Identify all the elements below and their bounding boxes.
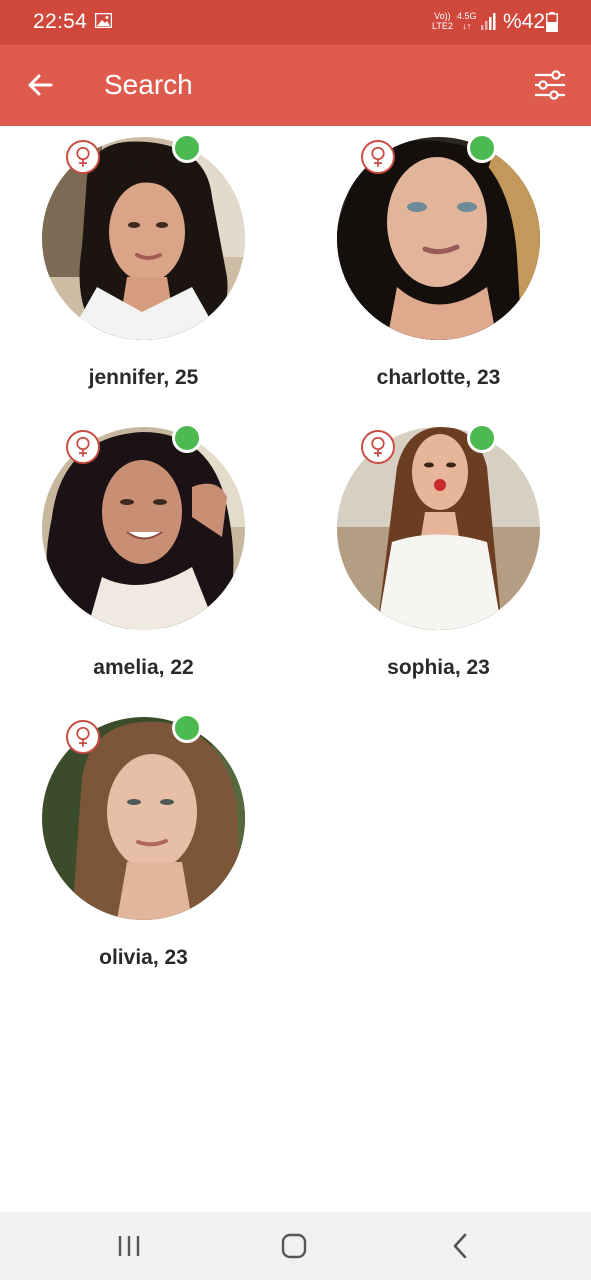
online-status-dot [467, 133, 497, 163]
data-type-label: 4.5G [457, 11, 477, 21]
profile-name: olivia, 23 [99, 946, 188, 969]
system-nav-bar [0, 1212, 591, 1280]
chevron-left-icon[interactable] [450, 1232, 470, 1260]
data-indicator: 4.5G ↓↑ [457, 11, 477, 31]
recents-icon[interactable] [116, 1234, 142, 1258]
app-bar: Search [0, 45, 591, 126]
lte-label: LTE2 [432, 21, 453, 31]
status-time: 22:54 [33, 10, 88, 33]
profile-name: sophia, 23 [387, 656, 490, 679]
page-title: Search [104, 69, 193, 100]
signal-icon [481, 13, 496, 30]
battery-percent: %42 [503, 10, 546, 33]
data-activity-label: ↓↑ [462, 21, 472, 31]
female-symbol-icon [66, 720, 100, 754]
battery-icon [546, 12, 558, 32]
network-indicator: Vo)) LTE2 [432, 11, 453, 31]
profile-name: jennifer, 25 [88, 366, 199, 389]
online-status-dot [467, 423, 497, 453]
profile-name: amelia, 22 [93, 656, 194, 679]
profile-card-olivia[interactable]: olivia, 23 [22, 706, 282, 976]
gallery-icon [95, 13, 112, 28]
online-status-dot [172, 133, 202, 163]
profile-name: charlotte, 23 [376, 366, 501, 389]
profile-card-amelia[interactable]: amelia, 22 [22, 416, 282, 686]
female-symbol-icon [66, 140, 100, 174]
status-bar: 22:54 Vo)) LTE2 4.5G ↓↑ %42 [0, 0, 591, 45]
volte-label: Vo)) [434, 11, 451, 21]
profile-card-charlotte[interactable]: charlotte, 23 [317, 126, 577, 396]
online-status-dot [172, 423, 202, 453]
female-symbol-icon [66, 430, 100, 464]
sliders-icon[interactable] [530, 67, 570, 103]
female-symbol-icon [361, 140, 395, 174]
profile-card-jennifer[interactable]: jennifer, 25 [22, 126, 282, 396]
profile-card-sophia[interactable]: sophia, 23 [317, 416, 577, 686]
female-symbol-icon [361, 430, 395, 464]
online-status-dot [172, 713, 202, 743]
home-icon[interactable] [281, 1233, 307, 1259]
arrow-left-icon[interactable] [22, 67, 58, 103]
